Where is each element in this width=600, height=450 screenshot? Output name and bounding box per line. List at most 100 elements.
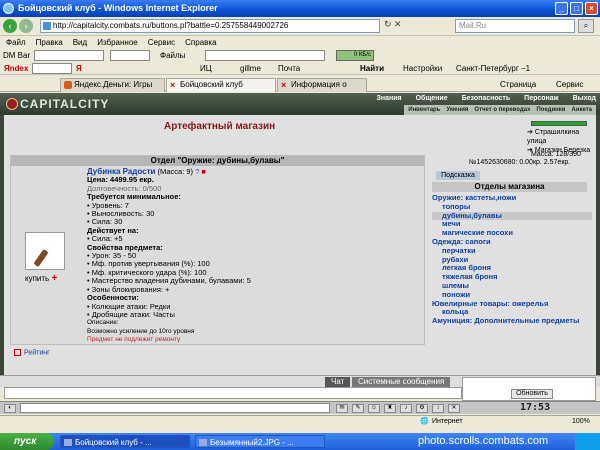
info-icon[interactable]: ?: [195, 167, 199, 176]
exit-icon[interactable]: ✕: [448, 404, 460, 413]
task-combats[interactable]: Бойцовский клуб - ...: [60, 435, 190, 448]
buy-link[interactable]: купить +: [25, 273, 57, 284]
props-title: Свойства предмета:: [87, 242, 163, 252]
system-tray: [575, 433, 600, 450]
dm-input[interactable]: [34, 50, 104, 61]
menu-view[interactable]: Вид: [73, 37, 87, 49]
gillme-button[interactable]: gillme: [240, 62, 261, 75]
yandex-favicon: [64, 81, 72, 89]
department-item[interactable]: Амуниция: Дополнительные предметы: [432, 316, 592, 326]
ya-button[interactable]: Я: [76, 62, 82, 75]
subnav-skills[interactable]: Умения: [446, 105, 468, 115]
clear-icon[interactable]: ✎: [352, 404, 364, 413]
url-field[interactable]: http://capitalcity.combats.ru/buttons.pl…: [40, 19, 380, 33]
tab-label: Яндекс.Деньги: Игры: [74, 80, 153, 89]
refresh-button[interactable]: Обновить: [511, 389, 553, 399]
chat-mode-icon[interactable]: ◐: [4, 404, 16, 413]
task-image[interactable]: Безымянный2.JPG - ...: [195, 435, 325, 448]
nav-communication[interactable]: Общение: [416, 95, 448, 102]
forward-button[interactable]: ›: [19, 19, 33, 33]
item-panel: Отдел "Оружие: дубины,булавы" купить + Д…: [10, 155, 425, 345]
filter-icon[interactable]: ♜: [384, 404, 396, 413]
close-tab-icon[interactable]: ×: [281, 79, 286, 91]
rating-label: Рейтинг: [24, 349, 50, 357]
start-button[interactable]: пуск: [0, 433, 54, 450]
shop-content: Артефактный магазин ➔ Страшилкина улица …: [0, 115, 600, 375]
mail-button[interactable]: Почта: [278, 62, 300, 75]
dm-combo[interactable]: [110, 50, 150, 61]
tab-yandex-money[interactable]: Яндекс.Деньги: Игры: [60, 78, 165, 92]
refresh-stop-buttons[interactable]: ↻ ✕: [384, 19, 440, 33]
hint-button[interactable]: Подсказка: [436, 171, 480, 180]
files-combo[interactable]: [205, 50, 325, 61]
toolbar-dm: DM Bar Файлы 0 КБ/с: [0, 49, 600, 62]
toolbar-yandex: Яndex Я ИЦ gillme Почта Найти Настройки …: [0, 62, 600, 75]
repair-note: Предмет не подлежит ремонту: [87, 336, 181, 344]
yandex-logo[interactable]: Яndex: [4, 62, 28, 75]
rating-link[interactable]: Рейтинг: [14, 349, 50, 356]
site-header: CAPITALCITY Знания Общение Безопасность …: [0, 93, 600, 115]
watermark: photo.scrolls.combats.com: [418, 435, 549, 447]
tab-info[interactable]: ×Информация о Вмянг: [277, 78, 367, 101]
minimize-button[interactable]: _: [555, 2, 568, 15]
ie-task-icon: [64, 439, 72, 446]
url-text: http://capitalcity.combats.ru/buttons.pl…: [53, 21, 289, 30]
plus-icon: +: [51, 273, 58, 284]
search-icon[interactable]: ⌕: [578, 19, 594, 33]
zone-label: Интернет: [432, 418, 463, 425]
page-menu[interactable]: Страница: [500, 80, 536, 89]
departments-list: Оружие: кастеты,ножи топоры дубины,булавы м…: [432, 193, 592, 326]
weather-city[interactable]: Санкт-Петербург −1: [456, 62, 530, 75]
files-button[interactable]: Файлы: [160, 49, 185, 62]
find-button[interactable]: Найти: [360, 62, 384, 75]
page-title: Артефактный магазин: [164, 121, 276, 132]
item-details: Дубинка Радости (Масса: 9) ? ■ Цена: 449…: [87, 167, 417, 345]
nav-security[interactable]: Безопасность: [462, 95, 511, 102]
money-info: №1452630680: 0.00кр. 2.57екр.: [469, 159, 571, 166]
back-button[interactable]: ‹: [3, 19, 17, 33]
subnav-battles[interactable]: Поединки: [536, 105, 565, 115]
nav-knowledge[interactable]: Знания: [376, 95, 401, 102]
acts-title: Действует на:: [87, 225, 139, 235]
ic-button[interactable]: ИЦ: [200, 62, 212, 75]
subnav-inventory[interactable]: Инвентарь: [408, 105, 440, 115]
site-logo[interactable]: CAPITALCITY: [4, 95, 124, 113]
search-input[interactable]: Mail.Ru: [455, 19, 575, 33]
nav-exit[interactable]: Выход: [573, 95, 596, 102]
menu-file[interactable]: Файл: [6, 37, 26, 49]
chat-input[interactable]: [20, 403, 330, 413]
tools-menu[interactable]: Сервис: [556, 80, 583, 89]
menu-tools[interactable]: Сервис: [148, 37, 175, 49]
mass-info: Масса: 128/390: [531, 151, 581, 158]
item-image: [25, 232, 65, 270]
link-street[interactable]: ➔ Страшилкина улица: [527, 128, 596, 146]
zoom-level[interactable]: 100%: [572, 416, 590, 427]
menu-edit[interactable]: Правка: [36, 37, 63, 49]
scroll-icon[interactable]: ↕: [432, 404, 444, 413]
send-icon[interactable]: ✉: [336, 404, 348, 413]
task-label: Бойцовский клуб - ...: [75, 438, 152, 447]
close-button[interactable]: ×: [585, 2, 598, 15]
maximize-button[interactable]: □: [570, 2, 583, 15]
chat-input-bar: ◐ ✉ ✎ ☺ ♜ ♪ ⚙ ↕ ✕ 17:53: [0, 401, 600, 414]
gift-icon: ■: [201, 167, 206, 176]
settings-icon[interactable]: ⚙: [416, 404, 428, 413]
subnav-transfers[interactable]: Отчет о переводах: [474, 105, 530, 115]
smile-icon[interactable]: ☺: [368, 404, 380, 413]
menu-help[interactable]: Справка: [185, 37, 216, 49]
sound-icon[interactable]: ♪: [400, 404, 412, 413]
item-mass: (Масса: 9): [157, 167, 194, 176]
chat-area[interactable]: [4, 387, 462, 399]
nav-character[interactable]: Персонаж: [524, 95, 558, 102]
settings-button[interactable]: Настройки: [403, 62, 442, 75]
subnav-profile[interactable]: Анкета: [572, 105, 593, 115]
close-tab-icon[interactable]: ×: [170, 79, 175, 91]
link-street-label: Страшилкина улица: [527, 129, 580, 145]
tab-combats[interactable]: × Бойцовский клуб: [166, 78, 276, 92]
emblem-icon: [6, 98, 18, 110]
yandex-input[interactable]: [32, 63, 72, 74]
req-line: • Выносливость: 30: [87, 209, 155, 219]
menu-favorites[interactable]: Избранное: [97, 37, 138, 49]
club-icon: [33, 248, 49, 268]
buy-label: купить: [25, 274, 50, 283]
